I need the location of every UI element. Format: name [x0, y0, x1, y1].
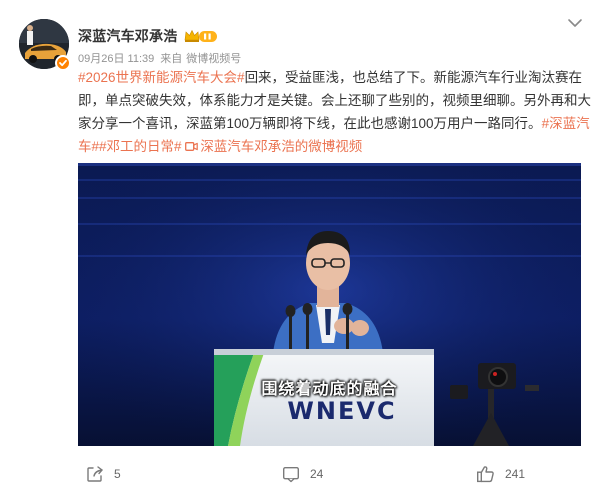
- like-button[interactable]: 241: [476, 463, 525, 485]
- chevron-down-icon[interactable]: [566, 16, 584, 30]
- post-meta: 09月26日 11:39 来自 微博视频号: [78, 50, 241, 66]
- video-link[interactable]: 深蓝汽车邓承浩的微博视频: [185, 139, 362, 154]
- post-text-line-2: 即，单点突破失效，体系能力才是关键。会上还聊了些别的，视频里细聊。另外再和大: [78, 93, 591, 108]
- post-text-segment: 回来，受益匪浅，也总结了下。新能源汽车行业淘汰赛在: [244, 70, 583, 85]
- hashtag-deepal-part1[interactable]: #深蓝汽: [542, 116, 590, 131]
- post-text: #2026世界新能源汽车大会#回来，受益匪浅，也总结了下。新能源汽车行业淘汰赛在…: [78, 66, 591, 158]
- comment-count: 24: [310, 467, 324, 481]
- post-text-line-4: 车##邓工的日常# 深蓝汽车邓承浩的微博视频: [78, 135, 583, 158]
- video-caption: 围绕着动底的融合: [261, 381, 398, 398]
- podium-logo-text: WNEVC: [287, 397, 397, 425]
- share-count: 5: [114, 467, 121, 481]
- comment-button[interactable]: 24: [282, 463, 323, 485]
- post-text-line-3: 家分享一个喜讯，深蓝第100万辆即将下线，在此也感谢100万用户一路同行。#深蓝…: [78, 112, 590, 135]
- author-name[interactable]: 深蓝汽车邓承浩: [78, 26, 177, 46]
- post-source[interactable]: 微博视频号: [186, 50, 241, 66]
- hashtag-wnevc[interactable]: #2026世界新能源汽车大会#: [78, 70, 245, 85]
- thumbs-up-icon: [477, 466, 494, 483]
- post-text-segment: 家分享一个喜讯，深蓝第100万辆即将下线，在此也感谢100万用户一路同行。: [78, 116, 542, 131]
- author-line: 深蓝汽车邓承浩: [78, 26, 218, 46]
- hashtag-deepal-part2[interactable]: 车#: [78, 139, 99, 154]
- video-player[interactable]: 围绕着动底的融合 WNEVC: [78, 163, 581, 446]
- share-button[interactable]: 5: [86, 463, 121, 485]
- verified-badge-icon: [55, 55, 71, 71]
- weibo-post-card: 深蓝汽车邓承浩 09月26日 11:39 来自 微博视频号 #2026世界新能源…: [0, 0, 600, 495]
- comment-icon: [283, 467, 300, 483]
- avatar[interactable]: [19, 19, 71, 71]
- post-actions: 5 24 241: [0, 463, 600, 485]
- video-link-label: 深蓝汽车邓承浩的微博视频: [200, 139, 363, 154]
- post-source-prefix: 来自: [160, 53, 183, 65]
- hashtag-deng-daily[interactable]: #邓工的日常#: [99, 139, 182, 154]
- post-timestamp[interactable]: 09月26日 11:39: [78, 50, 154, 66]
- share-icon: [87, 466, 103, 482]
- like-count: 241: [505, 467, 526, 481]
- vip-crown-icon[interactable]: [184, 29, 218, 43]
- video-camera-icon: [185, 142, 199, 151]
- post-text-line-1: #2026世界新能源汽车大会#回来，受益匪浅，也总结了下。新能源汽车行业淘汰赛在: [78, 66, 583, 89]
